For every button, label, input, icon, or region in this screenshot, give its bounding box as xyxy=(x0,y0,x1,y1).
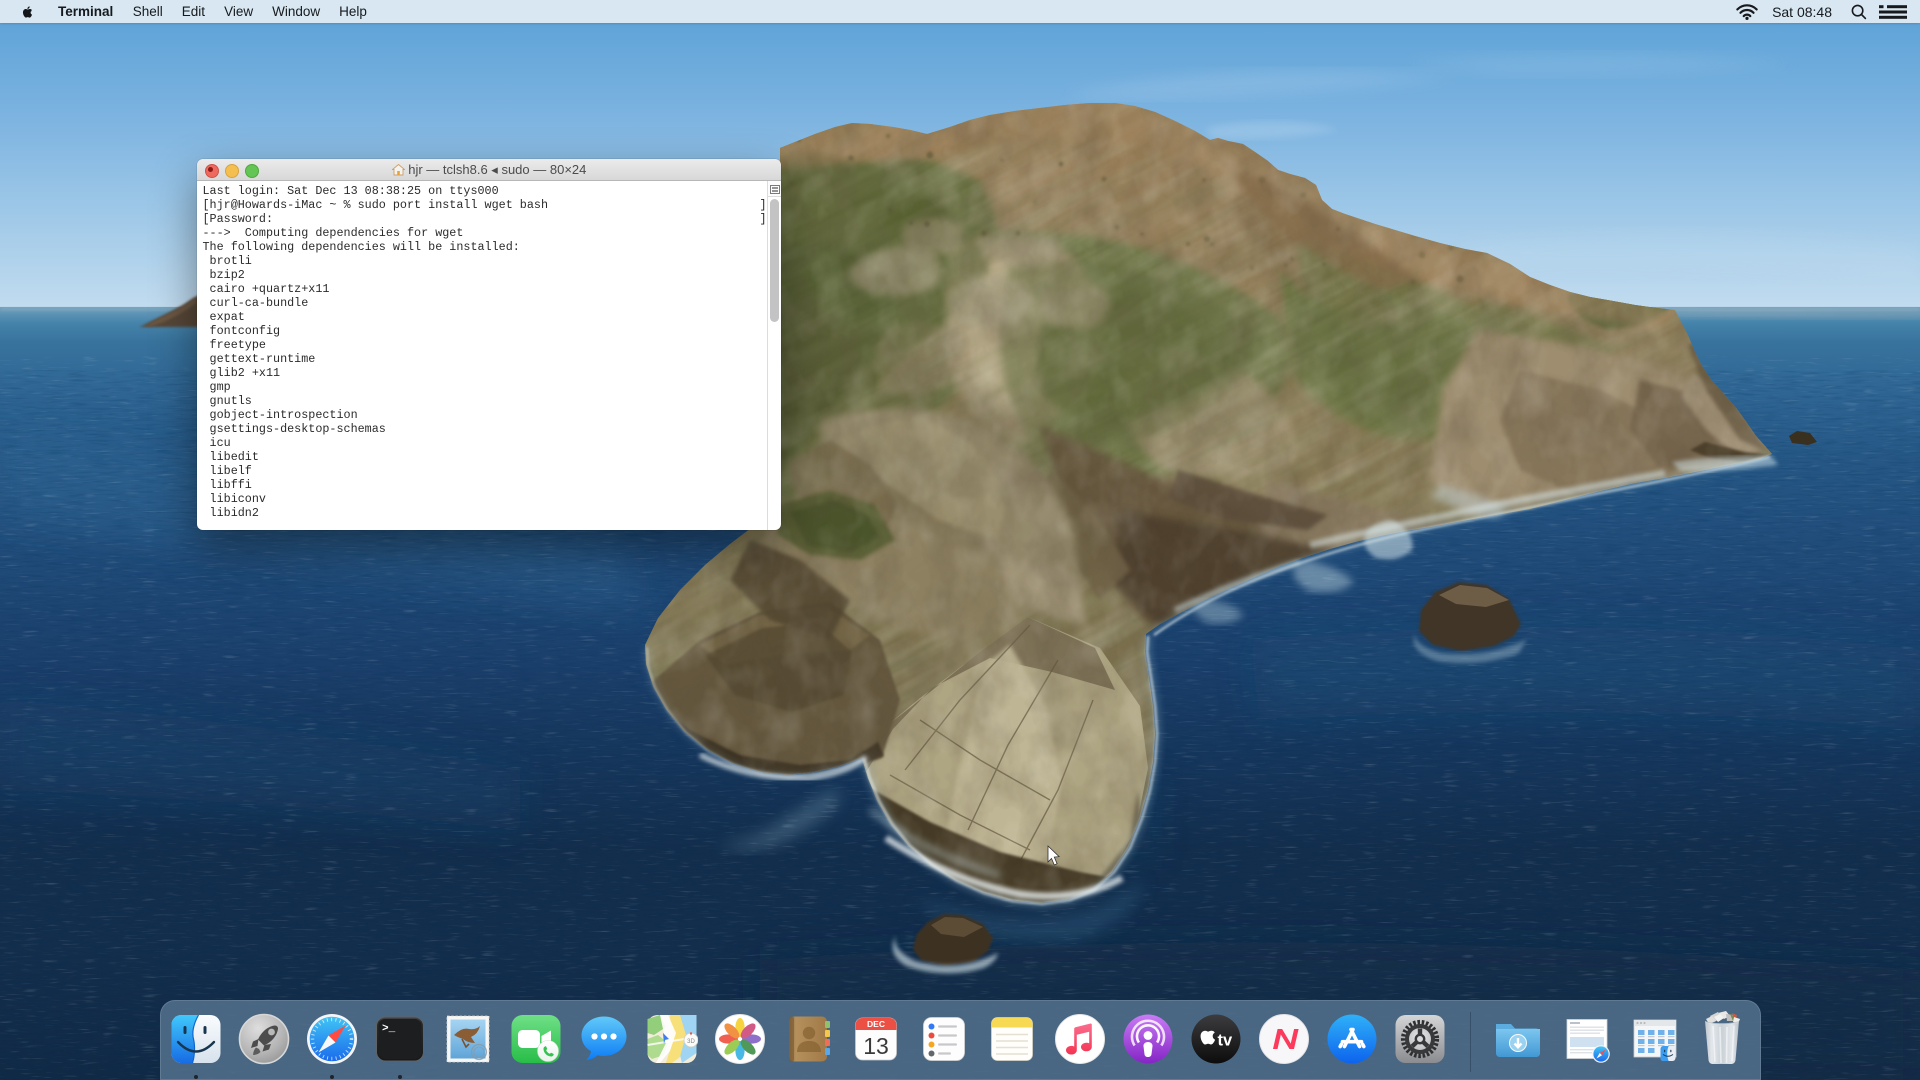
svg-text:3D: 3D xyxy=(687,1039,695,1045)
svg-text:13: 13 xyxy=(863,1033,889,1059)
svg-text:>_: >_ xyxy=(382,1023,396,1035)
svg-text:tv: tv xyxy=(1218,1032,1233,1050)
svg-text:DEC: DEC xyxy=(867,1019,885,1029)
